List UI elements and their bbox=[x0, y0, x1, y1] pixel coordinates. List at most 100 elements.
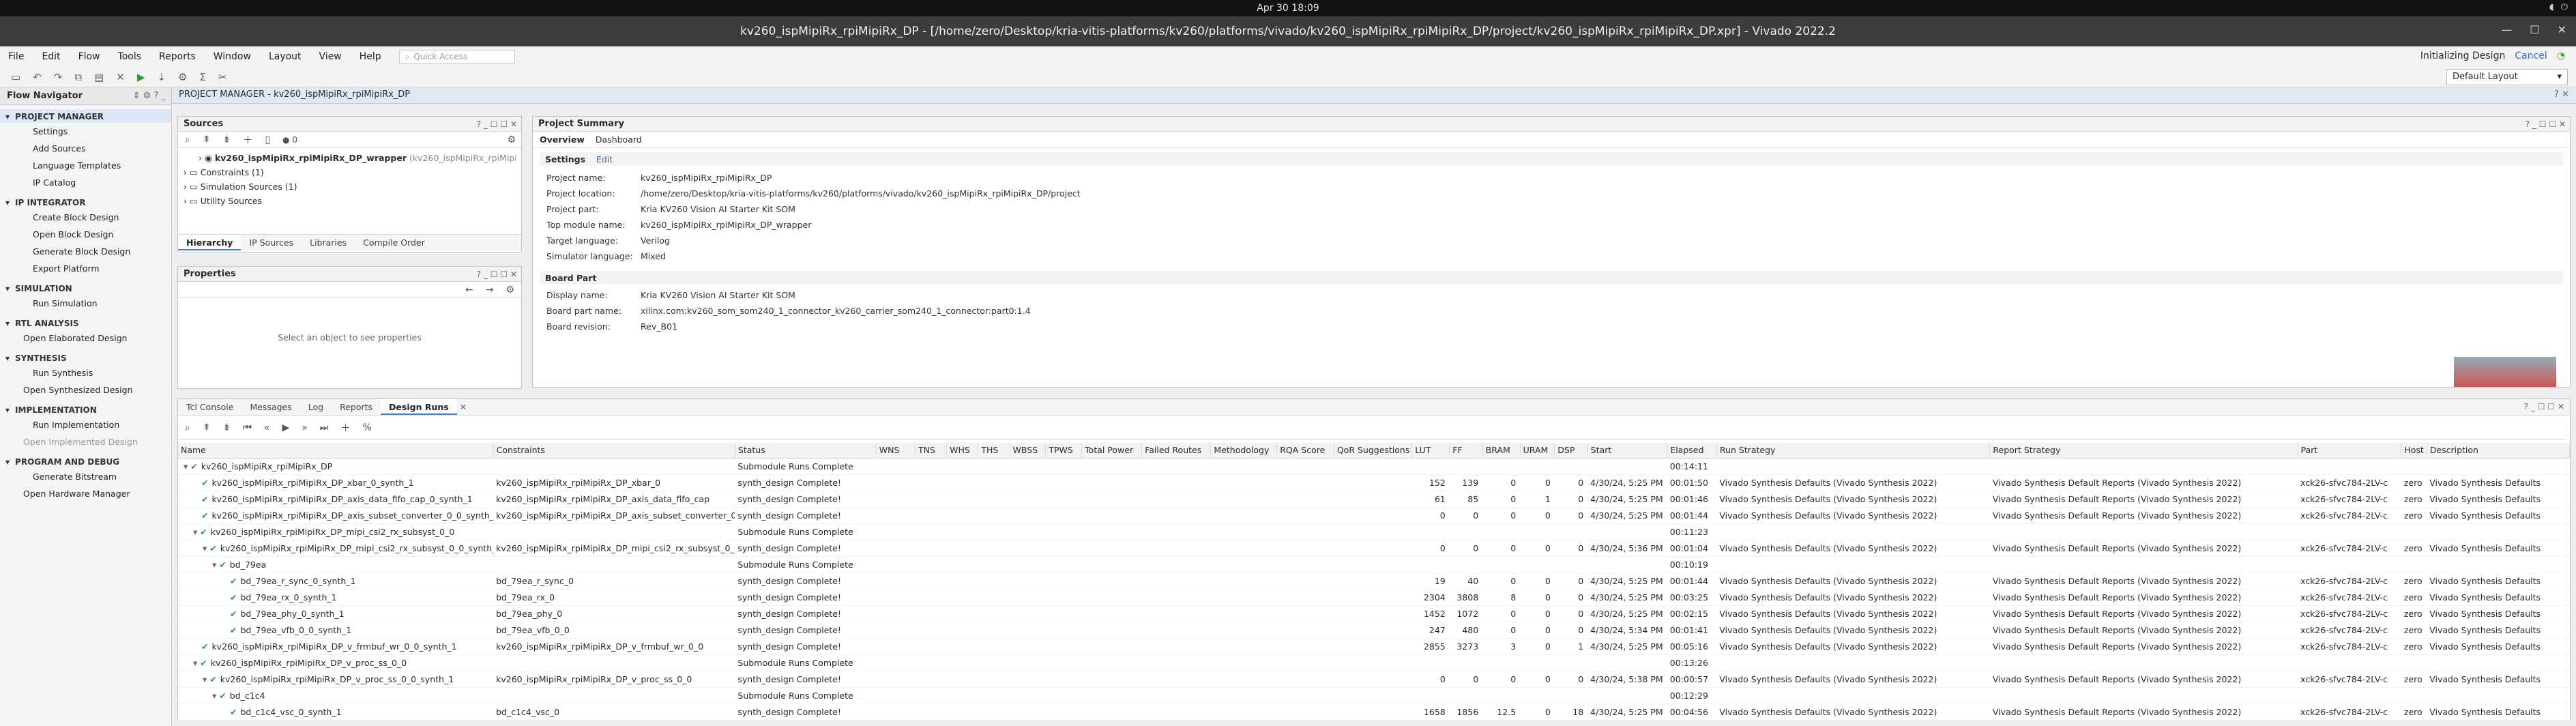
undo-icon[interactable]: ↶ bbox=[33, 71, 42, 83]
menu-flow[interactable]: Flow bbox=[78, 51, 100, 62]
table-row[interactable]: ▾ ✔ bd_79ea Submodule Runs Complete 00:10:19 bbox=[178, 556, 2570, 573]
table-row[interactable]: ▾ ✔ kv260_ispMipiRx_rpiMipiRx_DP_v_proc_ss… bbox=[178, 671, 2570, 688]
tree-row-simulation[interactable]: › ▭ Simulation Sources (1) bbox=[184, 179, 516, 194]
flow-item-create-block-design[interactable]: Create Block Design bbox=[0, 209, 171, 226]
tab-design-runs[interactable]: Design Runs bbox=[381, 399, 457, 415]
section-simulation[interactable]: ▾ SIMULATION bbox=[0, 281, 171, 295]
section-synthesis[interactable]: ▾ SYNTHESIS bbox=[0, 351, 171, 364]
column-header-wns[interactable]: WNS bbox=[876, 443, 916, 459]
table-row[interactable]: ▾ ✔ bd_c1c4 Submodule Runs Complete 00:12:29 bbox=[178, 687, 2570, 704]
column-header-description[interactable]: Description bbox=[2427, 443, 2571, 459]
column-header-part[interactable]: Part bbox=[2298, 443, 2402, 459]
column-header-run-strategy[interactable]: Run Strategy bbox=[1716, 443, 1991, 459]
program-icon[interactable]: ⇣ bbox=[157, 71, 166, 83]
column-header-lut[interactable]: LUT bbox=[1411, 443, 1450, 459]
gear-icon[interactable]: ⚙ bbox=[506, 285, 514, 295]
panel-controls-icon[interactable]: ? _ ☐ ☐ ✕ bbox=[477, 270, 517, 279]
summary-value[interactable]: Verilog bbox=[641, 235, 670, 246]
edit-link[interactable]: Edit bbox=[596, 154, 613, 164]
add-icon[interactable]: ＋ bbox=[243, 133, 252, 147]
column-header-bram[interactable]: BRAM bbox=[1482, 443, 1521, 459]
menu-window[interactable]: Window bbox=[214, 51, 251, 62]
tab-ip-sources[interactable]: IP Sources bbox=[241, 235, 302, 250]
chevron-down-icon[interactable]: ▾ bbox=[203, 543, 207, 553]
table-row[interactable]: ✔ kv260_ispMipiRx_rpiMipiRx_DP_axis_data_… bbox=[178, 491, 2570, 508]
tab-messages[interactable]: Messages bbox=[241, 399, 299, 415]
flow-item-export-platform[interactable]: Export Platform bbox=[0, 260, 171, 277]
menu-file[interactable]: File bbox=[8, 51, 24, 62]
expand-icon[interactable]: ⇟ bbox=[223, 422, 231, 433]
summary-value[interactable]: kv260_ispMipiRx_rpiMipiRx_DP_wrapper bbox=[641, 220, 811, 230]
table-row[interactable]: ✔ kv260_ispMipiRx_rpiMipiRx_DP_xbar_0_syn… bbox=[178, 474, 2570, 491]
table-row[interactable]: ✔ bd_79ea_rx_0_synth_1 bd_79ea_rx_0 synth_d… bbox=[178, 589, 2570, 606]
paste-icon[interactable]: ▤ bbox=[94, 71, 104, 83]
volume-icon[interactable]: ◖ bbox=[2549, 2, 2554, 12]
menu-help[interactable]: Help bbox=[360, 51, 381, 62]
os-clock[interactable]: Apr 30 18:09 bbox=[1257, 3, 1319, 14]
chevron-down-icon[interactable]: ▾ bbox=[193, 527, 197, 537]
menu-layout[interactable]: Layout bbox=[269, 51, 302, 62]
table-row[interactable]: ✔ bd_c1c4_vsc_0_synth_1 bd_c1c4_vsc_0 synth… bbox=[178, 703, 2570, 721]
summary-value[interactable]: Mixed bbox=[641, 251, 666, 261]
flow-item-open-block-design[interactable]: Open Block Design bbox=[0, 226, 171, 243]
section-rtl-analysis[interactable]: ▾ RTL ANALYSIS bbox=[0, 316, 171, 330]
column-header-ths[interactable]: THS bbox=[978, 443, 1010, 459]
add-icon[interactable]: ＋ bbox=[340, 421, 350, 435]
tab-compile-order[interactable]: Compile Order bbox=[355, 235, 433, 250]
column-header-tpws[interactable]: TPWS bbox=[1045, 443, 1083, 459]
settings-icon[interactable]: ⚙ bbox=[178, 71, 187, 83]
tab-reports[interactable]: Reports bbox=[332, 399, 381, 415]
menu-edit[interactable]: Edit bbox=[42, 51, 60, 62]
run-icon[interactable]: ▶ bbox=[137, 71, 145, 83]
flow-item-generate-block-design[interactable]: Generate Block Design bbox=[0, 243, 171, 260]
collapse-icon[interactable]: ⇞ bbox=[203, 134, 211, 145]
column-header-wbss[interactable]: WBSS bbox=[1010, 443, 1046, 459]
play-icon[interactable]: ▶ bbox=[282, 422, 290, 433]
chevron-down-icon[interactable]: ▾ bbox=[212, 691, 216, 701]
column-header-rqa-score[interactable]: RQA Score bbox=[1276, 443, 1334, 459]
flow-item-settings[interactable]: Settings bbox=[0, 123, 171, 140]
column-header-ff[interactable]: FF bbox=[1449, 443, 1483, 459]
close-icon[interactable]: ✕ bbox=[2558, 23, 2566, 36]
column-header-host[interactable]: Host bbox=[2401, 443, 2427, 459]
tab-hierarchy[interactable]: Hierarchy bbox=[178, 235, 241, 250]
last-icon[interactable]: ⏭ bbox=[320, 422, 329, 433]
section-implementation[interactable]: ▾ IMPLEMENTATION bbox=[0, 403, 171, 416]
column-header-report-strategy[interactable]: Report Strategy bbox=[1989, 443, 2298, 459]
column-header-methodology[interactable]: Methodology bbox=[1210, 443, 1278, 459]
search-icon[interactable]: ⌕ bbox=[185, 134, 190, 145]
tab-dashboard[interactable]: Dashboard bbox=[596, 134, 642, 145]
table-row[interactable]: ✔ bd_79ea_phy_0_synth_1 bd_79ea_phy_0 synth… bbox=[178, 605, 2570, 622]
cancel-link[interactable]: Cancel bbox=[2515, 50, 2547, 61]
chevron-down-icon[interactable]: ▾ bbox=[184, 461, 188, 471]
section-program-and-debug[interactable]: ▾ PROGRAM AND DEBUG bbox=[0, 454, 171, 468]
layout-dropdown[interactable]: Default Layout ▾ bbox=[2446, 69, 2568, 85]
panel-controls-icon[interactable]: ? _ ☐ ☐ ✕ bbox=[2526, 119, 2566, 129]
close-tab-icon[interactable]: ✕ bbox=[457, 399, 469, 415]
copy-icon[interactable]: ⧉ bbox=[74, 71, 82, 83]
chevron-down-icon[interactable]: ▾ bbox=[203, 674, 207, 684]
table-row[interactable]: ▾ ✔ kv260_ispMipiRx_rpiMipiRx_DP Submodule … bbox=[178, 458, 2570, 475]
tab-libraries[interactable]: Libraries bbox=[302, 235, 355, 250]
cut-icon[interactable]: ✂ bbox=[218, 71, 227, 83]
flow-item-open-hardware-manager[interactable]: Open Hardware Manager bbox=[0, 485, 171, 502]
chevron-down-icon[interactable]: ▾ bbox=[193, 658, 197, 668]
column-header-tns[interactable]: TNS bbox=[915, 443, 948, 459]
expand-icon[interactable]: ⇟ bbox=[223, 134, 231, 145]
table-row[interactable]: ▾ ✔ kv260_ispMipiRx_rpiMipiRx_DP_v_proc_ss… bbox=[178, 654, 2570, 671]
tree-row-utility[interactable]: › ▭ Utility Sources bbox=[184, 194, 516, 208]
column-header-qor-suggestions[interactable]: QoR Suggestions bbox=[1334, 443, 1413, 459]
flow-item-open-synthesized-design[interactable]: Open Synthesized Design bbox=[0, 381, 171, 398]
quick-access-input[interactable]: ⌕ Quick Access bbox=[398, 50, 515, 63]
delete-icon[interactable]: ✕ bbox=[116, 71, 125, 83]
open-icon[interactable]: ▭ bbox=[11, 71, 20, 83]
table-row[interactable]: ▾ ✔ kv260_ispMipiRx_rpiMipiRx_DP_mipi_csi2… bbox=[178, 540, 2570, 557]
table-row[interactable]: ✔ bd_79ea_vfb_0_0_synth_1 bd_79ea_vfb_0_0 s… bbox=[178, 622, 2570, 639]
gear-icon[interactable]: ⚙ bbox=[507, 134, 516, 145]
section-project-manager[interactable]: ▾ PROJECT MANAGER bbox=[0, 109, 171, 123]
next-icon[interactable]: » bbox=[302, 422, 308, 433]
flow-item-language-templates[interactable]: Language Templates bbox=[0, 157, 171, 174]
column-header-elapsed[interactable]: Elapsed bbox=[1667, 443, 1717, 459]
column-header-name[interactable]: Name bbox=[178, 443, 494, 459]
flow-item-generate-bitstream[interactable]: Generate Bitstream bbox=[0, 468, 171, 485]
